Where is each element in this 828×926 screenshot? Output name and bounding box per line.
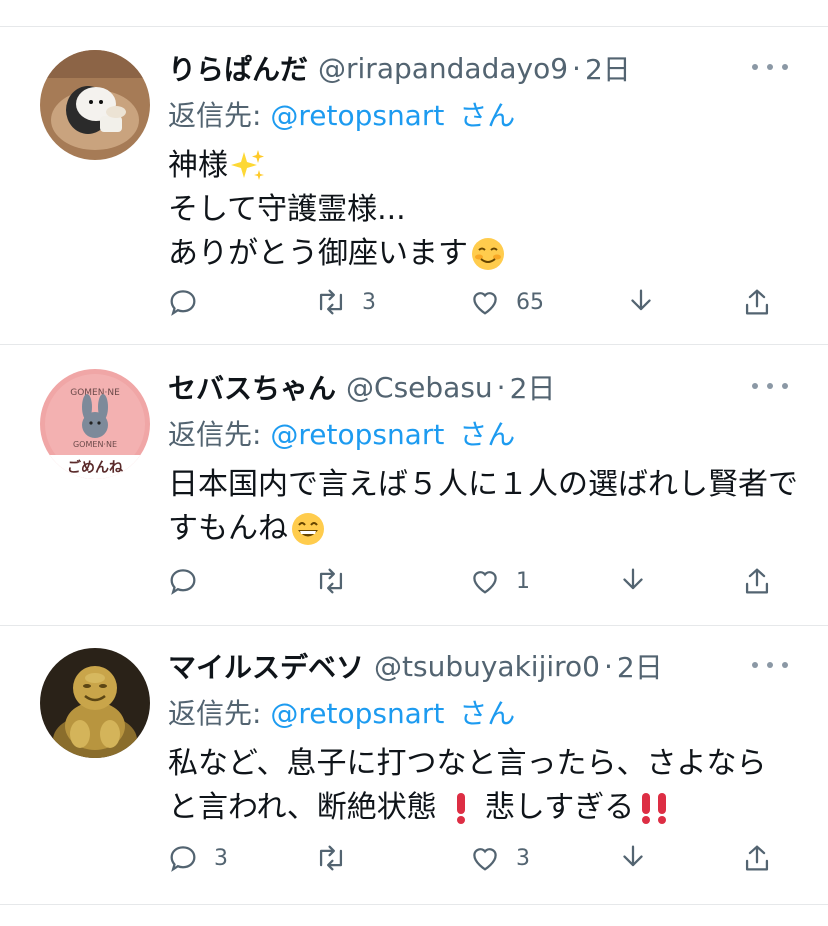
bookmark-button[interactable] [624,282,658,322]
reply-label: 返信先: [168,697,262,730]
download-arrow-icon [623,845,643,867]
bird-rice-ball-avatar [40,50,150,160]
tweet-line: ありがとう御座います [168,236,468,271]
timestamp[interactable]: 2日 [617,646,663,686]
retweet-icon [319,568,343,594]
reply-button[interactable]: 3 [166,838,228,878]
like-button[interactable]: 1 [468,561,530,601]
golden-buddha-avatar [40,648,150,758]
tweet-divider [0,904,828,905]
user-handle[interactable]: @Csebasu [346,371,493,404]
reply-icon [170,569,196,595]
reply-suffix: さん [459,697,516,730]
reply-context: 返信先: @retopsnart さん [168,692,515,732]
separator-dot: · [603,649,613,683]
user-handle[interactable]: @tsubuyakijiro0 [374,650,600,683]
tweet-line: 神様 [168,148,228,183]
more-options-icon[interactable] [752,371,788,401]
reply-context: 返信先: @retopsnart さん [168,413,515,453]
share-button[interactable] [740,561,774,601]
bookmark-button[interactable] [616,838,650,878]
separator-dot: · [496,370,506,404]
reply-mention-link[interactable]: @retopsnart [270,418,444,451]
smiling-face-icon [472,238,504,270]
heart-icon [473,571,497,594]
more-options-icon[interactable] [752,52,788,82]
reply-count: 3 [214,845,228,871]
avatar-text: GOMEN·NE [73,440,117,449]
tweet-text: 私など、息子に打つなと言ったら、さよなら と言われ、断絶状態 悲しすぎる [168,742,767,830]
heart-icon [473,292,497,315]
avatar-text: GOMEN·NE [70,388,120,398]
tweet[interactable]: りらぱんだ @rirapandadayo9 · 2日 返信先: @retopsn… [0,26,828,344]
avatar-text: ごめんね [67,459,123,476]
more-options-icon[interactable] [752,650,788,680]
timestamp[interactable]: 2日 [585,48,631,88]
bunny-avatar: GOMEN·NE GOMEN·NE ごめんね [40,369,150,479]
sparkles-icon [231,150,264,180]
reply-suffix: さん [459,99,516,132]
reply-label: 返信先: [168,418,262,451]
reply-context: 返信先: @retopsnart さん [168,94,515,134]
share-icon [745,568,769,594]
display-name[interactable]: セバスちゃん [168,367,336,407]
tweet-actions: 3 3 [0,838,828,878]
bookmark-button[interactable] [616,561,650,601]
reply-mention-link[interactable]: @retopsnart [270,697,444,730]
retweet-button[interactable] [314,838,362,878]
like-count: 3 [516,845,530,871]
tweet-line: と言われ、断絶状態 [168,790,437,825]
retweet-button[interactable] [314,561,362,601]
tweet-header: りらぱんだ @rirapandadayo9 · 2日 [168,48,631,88]
avatar[interactable]: GOMEN·NE GOMEN·NE ごめんね [40,369,150,479]
reply-icon [170,290,196,316]
download-arrow-icon [623,568,643,590]
avatar[interactable] [40,50,150,160]
reply-mention-link[interactable]: @retopsnart [270,99,444,132]
like-count: 1 [516,568,530,594]
user-handle[interactable]: @rirapandadayo9 [318,52,568,85]
share-icon [745,845,769,871]
reply-label: 返信先: [168,99,262,132]
retweet-button[interactable]: 3 [314,282,376,322]
like-button[interactable]: 65 [468,282,544,322]
retweet-icon [319,289,343,315]
reply-suffix: さん [459,418,516,451]
tweet[interactable]: GOMEN·NE GOMEN·NE ごめんね セバスちゃん @Csebasu ·… [0,345,828,625]
download-arrow-icon [631,289,651,311]
share-button[interactable] [740,838,774,878]
tweet-line: そして守護霊様... [168,192,406,227]
tweet-header: セバスちゃん @Csebasu · 2日 [168,367,555,407]
tweet-text: 神様 そして守護霊様... ありがとう御座います [168,144,506,276]
display-name[interactable]: マイルスデベソ [168,646,364,686]
retweet-icon [319,845,343,871]
share-button[interactable] [740,282,774,322]
tweet[interactable]: マイルスデベソ @tsubuyakijiro0 · 2日 返信先: @retop… [0,624,828,906]
tweet-line: 悲しすぎる [484,790,635,825]
avatar[interactable] [40,648,150,758]
tweet-line: 日本国内で言えば５人に１人の選ばれし賢者で [168,467,798,502]
red-exclamation-icon [456,793,465,824]
grinning-face-icon [292,513,324,545]
retweet-count: 3 [362,289,376,315]
tweet-actions: 1 [0,561,828,601]
tweet-actions: 3 65 [0,282,828,322]
reply-button[interactable] [166,282,214,322]
tweet-header: マイルスデベソ @tsubuyakijiro0 · 2日 [168,646,663,686]
reply-button[interactable] [166,561,214,601]
like-button[interactable]: 3 [468,838,530,878]
double-exclamation-icon [642,793,667,824]
tweet-text: 日本国内で言えば５人に１人の選ばれし賢者で すもんね [168,463,798,551]
heart-icon [473,848,497,871]
display-name[interactable]: りらぱんだ [168,48,308,88]
share-icon [745,289,769,315]
tweet-line: 私など、息子に打つなと言ったら、さよなら [168,746,767,781]
reply-icon [170,846,196,872]
timestamp[interactable]: 2日 [510,367,556,407]
separator-dot: · [572,51,581,85]
tweet-line: すもんね [168,511,288,546]
like-count: 65 [516,289,544,315]
